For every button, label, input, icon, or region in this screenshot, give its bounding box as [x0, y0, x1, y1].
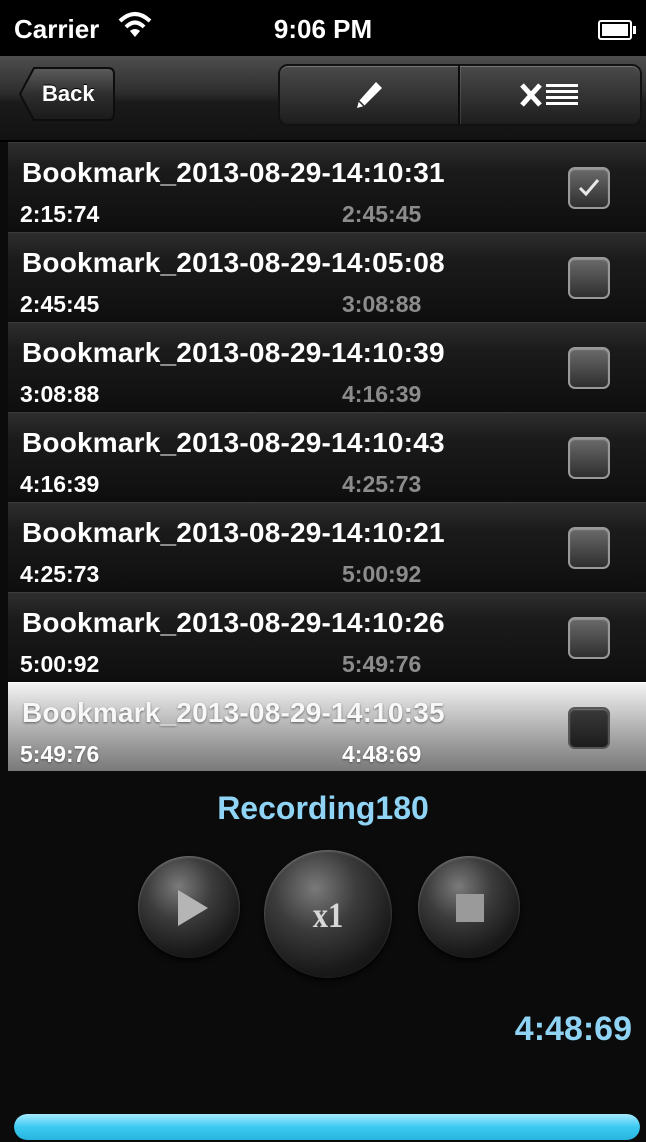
back-button-label: Back — [42, 81, 95, 106]
back-button[interactable]: Back — [18, 66, 116, 122]
bookmark-row[interactable]: Bookmark_2013-08-29-14:10:26 5:00:92 5:4… — [8, 592, 646, 681]
bookmark-end-time: 5:49:76 — [342, 651, 422, 677]
playback-progress-bar[interactable] — [14, 1114, 640, 1140]
bookmark-start-time: 2:45:45 — [20, 291, 100, 317]
bookmark-checkbox[interactable] — [568, 527, 610, 569]
recording-name: Recording180 — [217, 790, 429, 826]
battery-icon — [598, 20, 636, 40]
edit-button[interactable] — [280, 66, 458, 124]
bookmark-end-time: 4:16:39 — [342, 381, 422, 407]
bookmark-checkbox[interactable] — [568, 437, 610, 479]
bookmark-checkbox[interactable] — [568, 707, 610, 749]
bookmark-start-time: 4:25:73 — [20, 561, 100, 587]
play-button[interactable] — [138, 856, 240, 958]
bookmark-end-time: 5:00:92 — [342, 561, 422, 587]
elapsed-time: 4:48:69 — [514, 1010, 632, 1048]
bookmark-title: Bookmark_2013-08-29-14:10:26 — [22, 607, 445, 638]
clear-list-icon — [520, 83, 578, 107]
bookmark-row-selected[interactable]: Bookmark_2013-08-29-14:10:35 5:49:76 4:4… — [8, 682, 646, 771]
bookmark-title: Bookmark_2013-08-29-14:05:08 — [22, 247, 445, 278]
bookmark-row[interactable]: Bookmark_2013-08-29-14:10:31 2:15:74 2:4… — [8, 142, 646, 231]
stop-icon — [456, 894, 484, 922]
bookmark-row[interactable]: Bookmark_2013-08-29-14:10:39 3:08:88 4:1… — [8, 322, 646, 411]
speed-label: x1 — [312, 895, 344, 935]
bookmark-title: Bookmark_2013-08-29-14:10:43 — [22, 427, 445, 458]
bookmark-title: Bookmark_2013-08-29-14:10:21 — [22, 517, 445, 548]
bookmark-start-time: 5:49:76 — [20, 741, 100, 767]
bookmark-title: Bookmark_2013-08-29-14:10:31 — [22, 157, 445, 188]
bookmark-row[interactable]: Bookmark_2013-08-29-14:10:21 4:25:73 5:0… — [8, 502, 646, 591]
status-bar: Carrier 9:06 PM — [0, 0, 646, 56]
bookmark-checkbox[interactable] — [568, 347, 610, 389]
bookmark-start-time: 4:16:39 — [20, 471, 100, 497]
bookmark-end-time: 4:25:73 — [342, 471, 422, 497]
bookmark-checkbox[interactable] — [568, 617, 610, 659]
bookmark-end-time: 4:48:69 — [342, 741, 422, 767]
progress-fill — [14, 1114, 640, 1140]
bookmark-start-time: 5:00:92 — [20, 651, 100, 677]
bookmark-row[interactable]: Bookmark_2013-08-29-14:10:43 4:16:39 4:2… — [8, 412, 646, 501]
checkmark-icon — [578, 179, 600, 197]
clear-all-button[interactable] — [460, 66, 640, 124]
bookmark-start-time: 3:08:88 — [20, 381, 100, 407]
bookmark-end-time: 2:45:45 — [342, 201, 422, 227]
bookmark-end-time: 3:08:88 — [342, 291, 422, 317]
pencil-icon — [357, 82, 382, 108]
bookmark-title: Bookmark_2013-08-29-14:10:35 — [22, 697, 445, 728]
play-icon — [178, 890, 208, 926]
stop-button[interactable] — [418, 856, 520, 958]
clock: 9:06 PM — [273, 14, 373, 44]
bookmark-start-time: 2:15:74 — [20, 201, 100, 227]
navigation-bar: Back — [0, 56, 646, 142]
bookmark-list: Bookmark_2013-08-29-14:10:31 2:15:74 2:4… — [8, 142, 646, 772]
bookmark-checkbox[interactable] — [568, 167, 610, 209]
bookmark-title: Bookmark_2013-08-29-14:10:39 — [22, 337, 445, 368]
bookmark-checkbox[interactable] — [568, 257, 610, 299]
toolbar-segmented-control — [278, 64, 642, 126]
playback-speed-button[interactable]: x1 — [264, 850, 392, 978]
bookmark-row[interactable]: Bookmark_2013-08-29-14:05:08 2:45:45 3:0… — [8, 232, 646, 321]
